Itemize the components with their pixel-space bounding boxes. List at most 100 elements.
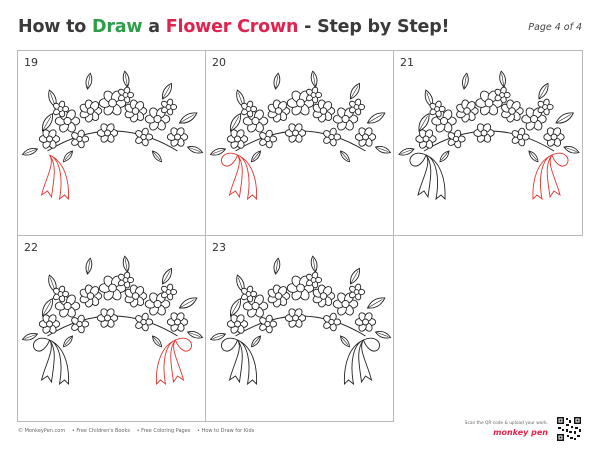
flower-center: [508, 107, 516, 115]
flower-center: [174, 133, 181, 141]
flower-center: [319, 292, 328, 300]
leaf: [178, 297, 198, 309]
flower-center: [296, 98, 305, 108]
footer-link[interactable]: © MonkeyPen.com: [18, 428, 65, 434]
flower-center: [292, 129, 299, 137]
step-panel: 22: [17, 235, 206, 422]
leaf: [538, 82, 549, 100]
page-number: Page 4 of 4: [528, 22, 582, 33]
leaf: [374, 330, 392, 339]
footer-link[interactable]: • Free Coloring Pages: [137, 428, 191, 434]
flower-center: [484, 98, 494, 108]
flower-center: [76, 320, 83, 328]
leaf: [563, 145, 580, 154]
leaf: [349, 267, 361, 285]
step-panel: 20: [205, 50, 394, 236]
leaf: [151, 335, 163, 348]
footer-link[interactable]: • Free Children's Books: [72, 428, 130, 434]
flower-crown-drawing: [398, 70, 580, 201]
step-panel: 23: [205, 235, 394, 422]
flower-center: [341, 114, 350, 124]
footer-link[interactable]: • How to Draw for Kids: [197, 428, 254, 434]
flower-center: [122, 277, 129, 283]
flower-center: [174, 318, 181, 326]
leaf: [250, 335, 262, 348]
flower-center: [234, 135, 241, 143]
flower-crown-drawing: [21, 255, 204, 386]
flower-center: [251, 116, 260, 126]
flower-center: [422, 135, 430, 143]
flower-center: [86, 292, 95, 300]
leaf: [310, 255, 318, 273]
leaf: [339, 150, 351, 163]
flower-center: [274, 292, 283, 300]
flower-center: [274, 107, 283, 115]
leaf: [462, 72, 469, 90]
leaf: [186, 330, 204, 339]
flower-center: [76, 135, 83, 143]
step-panel: 19: [17, 50, 206, 236]
leaf: [21, 147, 39, 156]
flower-center: [251, 301, 260, 311]
leaf: [439, 150, 450, 163]
flower-center: [63, 116, 72, 126]
flower-center: [108, 283, 117, 293]
page-title: How to Draw a Flower Crown - Step by Ste…: [18, 17, 450, 37]
flower-center: [452, 135, 460, 143]
crown-group: [209, 70, 392, 201]
title-subject: Flower Crown: [165, 17, 299, 37]
flower-center: [108, 98, 117, 108]
leaf: [499, 70, 506, 88]
footer-links: © MonkeyPen.com • Free Children's Books …: [18, 428, 259, 434]
leaf: [161, 267, 173, 285]
flower-center: [46, 320, 53, 328]
flower-center: [292, 314, 299, 322]
crown-group: [21, 70, 204, 201]
leaf: [310, 70, 318, 88]
leaf: [339, 335, 351, 348]
flower-center: [104, 129, 111, 137]
flower-center: [310, 277, 317, 283]
leaf: [85, 257, 93, 275]
flower-center: [550, 133, 558, 141]
flower-center: [362, 318, 369, 326]
step-panel: 21: [393, 50, 583, 236]
flower-center: [516, 133, 524, 141]
leaf: [374, 145, 392, 154]
steps-grid: 19 20 21 22 23: [17, 50, 583, 422]
flower-center: [165, 104, 172, 110]
flower-center: [245, 106, 252, 112]
leaf: [62, 150, 74, 163]
leaf: [161, 82, 173, 100]
flower-center: [434, 106, 440, 112]
flower-center: [328, 318, 335, 326]
flower-center: [140, 318, 147, 326]
crown-group: [398, 70, 580, 201]
leaf: [62, 335, 74, 348]
qr-code-icon: [556, 416, 582, 442]
leaf: [555, 112, 575, 124]
leaf: [85, 72, 93, 90]
flower-center: [296, 283, 305, 293]
flower-center: [153, 114, 162, 124]
leaf: [178, 112, 198, 124]
leaf: [366, 112, 386, 124]
flower-center: [131, 107, 140, 115]
flower-center: [319, 107, 328, 115]
flower-crown-drawing: [209, 255, 392, 386]
flower-center: [245, 291, 252, 297]
flower-center: [529, 114, 539, 124]
flower-center: [480, 129, 488, 137]
leaf: [151, 150, 163, 163]
flower-crown-drawing: [21, 70, 204, 201]
leaf: [273, 72, 281, 90]
flower-center: [353, 104, 360, 110]
title-draw: Draw: [92, 17, 143, 37]
flower-center: [86, 107, 95, 115]
title-text: a: [142, 17, 166, 37]
scan-note: Scan the QR code & upload your work.: [464, 421, 548, 426]
flower-center: [439, 116, 449, 126]
flower-center: [122, 92, 129, 98]
leaf: [366, 297, 386, 309]
flower-center: [341, 299, 350, 309]
